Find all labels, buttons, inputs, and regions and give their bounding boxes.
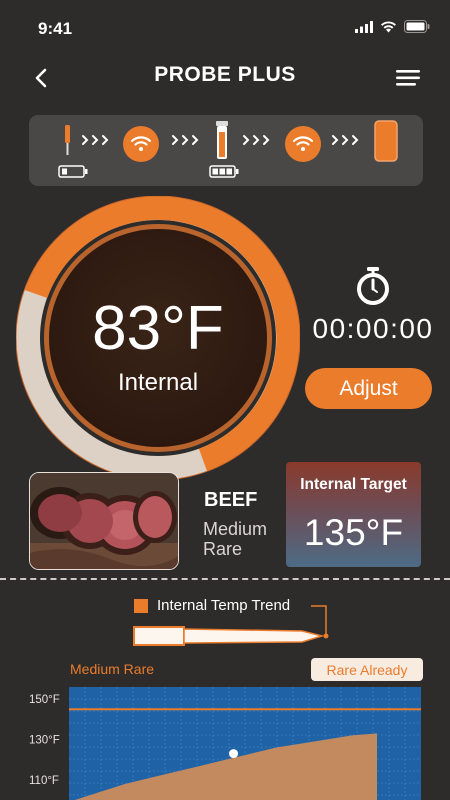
current-point [229, 749, 239, 759]
target-value: 135°F [303, 512, 404, 553]
chevrons-icon [172, 135, 199, 145]
temp-trend-chart: 150°F 130°F 110°F [29, 687, 421, 800]
probe-icon [65, 125, 70, 155]
nav-bar: PROBE PLUS [0, 56, 450, 96]
connection-status-strip [29, 115, 423, 186]
y-tick-label: 150°F [29, 694, 60, 706]
wifi-icon [285, 126, 321, 162]
wifi-icon [123, 126, 159, 162]
menu-button[interactable] [396, 68, 422, 88]
probe-graphic [133, 605, 329, 646]
temperature-value: 83°F [92, 294, 224, 363]
battery-icon [404, 20, 430, 33]
probe-battery-icon [58, 165, 88, 178]
section-divider [0, 578, 450, 580]
y-tick-label: 110°F [29, 775, 59, 787]
chart-annotation-left: Medium Rare [70, 661, 155, 677]
internal-target-card[interactable]: Internal Target 135°F [286, 462, 421, 567]
status-icons [355, 20, 430, 33]
chevrons-icon [82, 135, 109, 145]
rare-already-badge: Rare Already [311, 658, 423, 681]
food-name: BEEF [204, 489, 258, 511]
timer-display: 00:00:00 [312, 313, 434, 344]
stopwatch-icon[interactable] [352, 265, 394, 307]
status-bar: 9:41 [0, 0, 450, 56]
chevrons-icon [243, 135, 270, 145]
temperature-label: Internal [117, 369, 199, 396]
doneness-line-2: Rare [203, 539, 243, 559]
status-time: 9:41 [38, 19, 73, 38]
wifi-status-icon [381, 20, 396, 32]
signal-icon [355, 20, 373, 33]
adjust-button[interactable]: Adjust [305, 368, 432, 409]
page-title: PROBE PLUS [154, 63, 296, 86]
y-tick-label: 130°F [29, 734, 60, 746]
booster-icon [216, 121, 228, 159]
target-title: Internal Target [300, 476, 407, 493]
booster-battery-icon [209, 165, 239, 178]
doneness-line-1: Medium [203, 519, 268, 539]
phone-icon [374, 120, 398, 162]
beef-image [29, 472, 179, 570]
connection-diagram [58, 120, 398, 178]
chevrons-icon [332, 135, 359, 145]
